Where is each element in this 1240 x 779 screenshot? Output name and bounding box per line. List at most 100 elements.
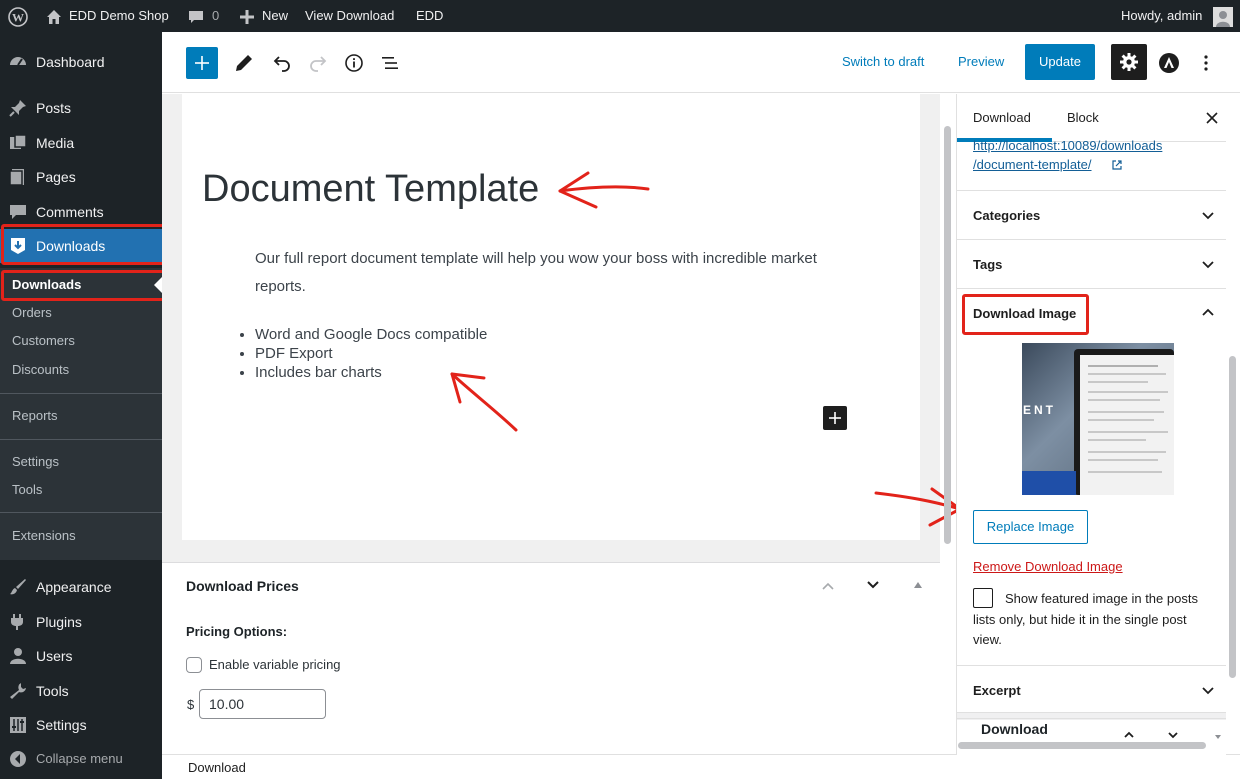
- view-download-link[interactable]: View Download: [305, 0, 394, 32]
- panel-title: Download: [981, 721, 1048, 737]
- menu-item-media[interactable]: Media: [0, 126, 162, 160]
- avatar[interactable]: [1213, 6, 1233, 27]
- home-icon[interactable]: [45, 0, 63, 32]
- admin-bar: W EDD Demo Shop 0 New View Download EDD …: [0, 0, 1240, 32]
- post-title[interactable]: Document Template: [202, 168, 539, 211]
- tab-block[interactable]: Block: [1067, 110, 1099, 125]
- submenu-item-settings[interactable]: Settings: [12, 452, 59, 472]
- block-breadcrumb-bar: Download: [162, 754, 1240, 779]
- options-button[interactable]: [1194, 51, 1218, 75]
- chevron-up-icon[interactable]: [1201, 306, 1215, 320]
- undo-icon: [273, 56, 290, 72]
- pricing-options-label: Pricing Options:: [186, 624, 288, 639]
- replace-image-button[interactable]: Replace Image: [973, 510, 1088, 544]
- thumbnail-document: [1080, 355, 1174, 495]
- preview-button[interactable]: Preview: [958, 54, 1004, 69]
- new-link[interactable]: New: [262, 0, 288, 32]
- panel-title: Tags: [973, 257, 1003, 272]
- sidebar-tabs: Download Block: [957, 94, 1226, 142]
- download-image-thumbnail[interactable]: ENT: [1022, 343, 1174, 495]
- scroll-down-arrow-icon[interactable]: [1214, 733, 1222, 741]
- menu-label: Tools: [36, 683, 69, 699]
- menu-item-dashboard[interactable]: Dashboard: [0, 45, 162, 79]
- chevron-down-icon: [1202, 687, 1214, 695]
- submenu-item-reports[interactable]: Reports: [12, 406, 58, 426]
- panel-excerpt[interactable]: Excerpt: [957, 665, 1226, 714]
- submenu-item-orders[interactable]: Orders: [12, 303, 52, 323]
- highlight-box: [1, 270, 168, 301]
- plus-icon[interactable]: [239, 0, 255, 32]
- comment-icon[interactable]: [188, 0, 204, 32]
- post-paragraph[interactable]: Our full report document template will h…: [255, 245, 825, 301]
- move-down-icon[interactable]: [1167, 729, 1179, 741]
- external-link-icon: [1112, 160, 1122, 170]
- canvas-scrollbar[interactable]: [944, 126, 951, 544]
- update-button[interactable]: Update: [1025, 44, 1095, 80]
- wrench-icon: [10, 683, 26, 699]
- add-block-button[interactable]: [186, 47, 218, 79]
- menu-item-plugins[interactable]: Plugins: [0, 605, 162, 639]
- astra-button[interactable]: [1157, 51, 1181, 75]
- admin-menu: Dashboard Posts Media Pages Comments Dow…: [0, 32, 162, 779]
- submenu-item-customers[interactable]: Customers: [12, 331, 75, 351]
- panel-download[interactable]: Download: [957, 718, 1226, 755]
- permalink-link-slug[interactable]: /document-template/: [973, 157, 1092, 172]
- menu-item-pages[interactable]: Pages: [0, 160, 162, 194]
- comments-count[interactable]: 0: [212, 0, 219, 32]
- price-input[interactable]: 10.00: [199, 689, 326, 719]
- close-icon[interactable]: [1205, 111, 1219, 125]
- sidebar-horizontal-scrollbar[interactable]: [958, 742, 1206, 749]
- info-icon: [345, 54, 363, 72]
- variable-pricing-checkbox[interactable]: [186, 657, 202, 673]
- svg-text:W: W: [12, 10, 24, 24]
- move-up-icon[interactable]: [1123, 729, 1135, 741]
- user-icon: [10, 648, 26, 664]
- inline-add-block-button[interactable]: [823, 406, 847, 430]
- tools-button[interactable]: [232, 51, 256, 75]
- list-view-button[interactable]: [378, 51, 402, 75]
- submenu-item-discounts[interactable]: Discounts: [12, 360, 69, 380]
- menu-item-settings[interactable]: Settings: [0, 708, 162, 742]
- plus-icon: [829, 412, 841, 424]
- panel-download-image: Download Image ENT Replace Image Remove …: [957, 288, 1226, 668]
- menu-label: Media: [36, 135, 75, 151]
- collapse-menu-button[interactable]: Collapse menu: [0, 742, 162, 776]
- submenu-item-tools[interactable]: Tools: [12, 480, 42, 500]
- breadcrumb[interactable]: Download: [188, 760, 246, 775]
- list-item[interactable]: Word and Google Docs compatible: [255, 325, 487, 344]
- undo-button[interactable]: [270, 51, 294, 75]
- list-view-icon: [382, 57, 398, 69]
- wordpress-logo-icon[interactable]: W: [8, 0, 28, 32]
- menu-item-appearance[interactable]: Appearance: [0, 570, 162, 604]
- submenu-separator: [0, 393, 162, 394]
- sidebar-scrollbar[interactable]: [1229, 356, 1236, 678]
- highlight-box: [1, 224, 168, 265]
- menu-item-users[interactable]: Users: [0, 639, 162, 673]
- chevron-down-icon: [1202, 212, 1214, 220]
- settings-button[interactable]: [1111, 44, 1147, 80]
- permalink-link[interactable]: http://localhost:10089/downloads: [973, 138, 1162, 153]
- comment-icon: [10, 205, 26, 219]
- site-name-link[interactable]: EDD Demo Shop: [69, 0, 169, 32]
- edd-link[interactable]: EDD: [416, 0, 443, 32]
- redo-button[interactable]: [306, 51, 330, 75]
- chevron-down-icon: [1202, 261, 1214, 269]
- details-button[interactable]: [342, 51, 366, 75]
- switch-to-draft-button[interactable]: Switch to draft: [842, 54, 924, 69]
- menu-item-posts[interactable]: Posts: [0, 91, 162, 125]
- plugin-icon: [11, 614, 23, 630]
- submenu-item-extensions[interactable]: Extensions: [12, 526, 76, 546]
- toggle-panel-icon[interactable]: [913, 580, 923, 590]
- tab-download[interactable]: Download: [973, 110, 1031, 125]
- pages-icon: [9, 169, 24, 186]
- brush-icon: [10, 579, 26, 595]
- panel-categories[interactable]: Categories: [957, 190, 1226, 239]
- annotation-arrow: [450, 372, 518, 432]
- gear-icon: [1120, 53, 1138, 71]
- panel-tags[interactable]: Tags: [957, 239, 1226, 288]
- move-down-icon[interactable]: [866, 578, 880, 592]
- menu-item-tools[interactable]: Tools: [0, 674, 162, 708]
- remove-image-link[interactable]: Remove Download Image: [973, 559, 1123, 574]
- howdy-link[interactable]: Howdy, admin: [1121, 0, 1202, 32]
- move-up-icon[interactable]: [821, 579, 835, 593]
